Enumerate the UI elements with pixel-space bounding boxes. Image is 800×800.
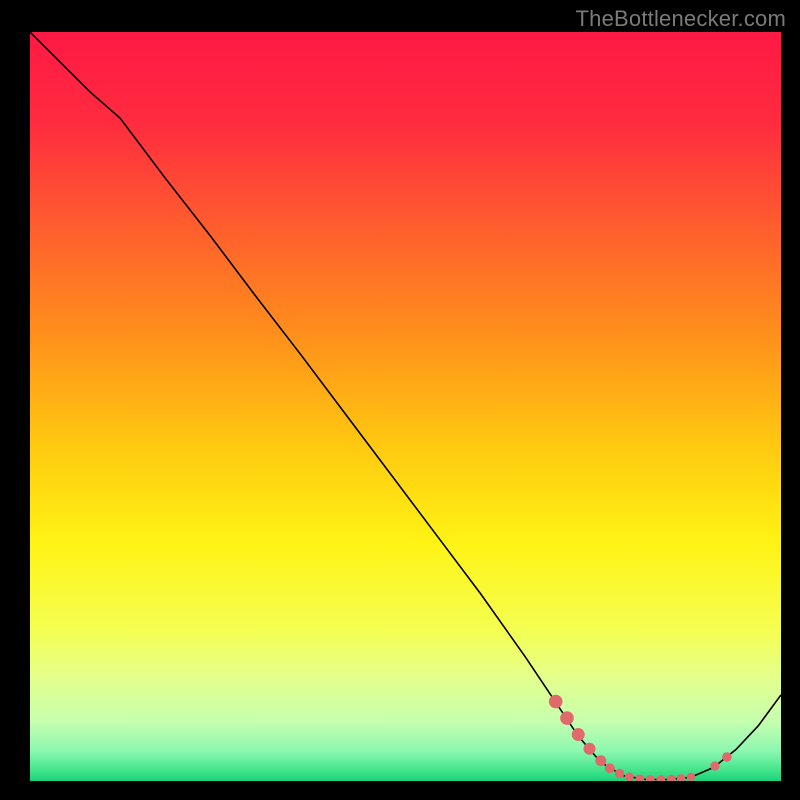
curve-marker	[710, 761, 719, 770]
curve-marker	[667, 775, 676, 784]
curve-marker	[605, 763, 615, 773]
curve-marker	[656, 775, 665, 784]
curve-marker	[635, 774, 644, 783]
curve-marker	[584, 743, 596, 755]
chart-frame: TheBottleneсker.com	[0, 0, 800, 800]
curve-marker	[560, 711, 574, 725]
curve-marker	[595, 755, 606, 766]
plot-background	[30, 32, 781, 781]
curve-marker	[677, 774, 685, 782]
bottleneck-chart	[0, 0, 800, 800]
curve-marker	[549, 695, 563, 709]
watermark-label: TheBottleneсker.com	[576, 6, 786, 32]
curve-marker	[615, 769, 624, 778]
curve-marker	[646, 775, 655, 784]
curve-marker	[687, 773, 695, 781]
curve-marker	[572, 728, 585, 741]
curve-marker	[625, 772, 634, 781]
curve-marker	[722, 752, 732, 762]
